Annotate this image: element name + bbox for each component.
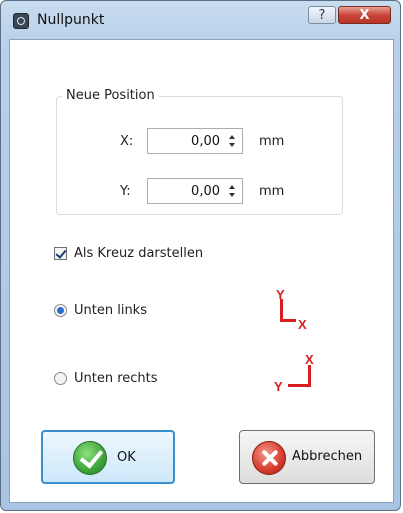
chevron-up-icon[interactable] [229,135,235,139]
radio-unten-rechts[interactable] [54,372,67,385]
axis-x-label: X [298,317,307,332]
new-position-group: Neue Position X: mm Y: mm [56,88,343,215]
ok-button[interactable]: OK [41,430,175,484]
cancel-x-icon [252,441,286,475]
dialog-content: Neue Position X: mm Y: mm Als Kre [9,39,394,503]
chevron-up-icon[interactable] [229,185,235,189]
y-unit: mm [259,184,285,199]
x-spin-arrows[interactable] [226,131,240,151]
app-icon [13,13,29,29]
check-icon [73,441,107,475]
cancel-button-label: Abbrechen [292,449,363,464]
chevron-down-icon[interactable] [229,193,235,197]
x-unit: mm [259,134,285,149]
y-arrow-icon [280,299,283,321]
y-spin-arrows[interactable] [226,181,240,201]
help-button[interactable]: ? [308,6,336,24]
y-label: Y: [120,184,131,199]
dialog-window: Nullpunkt ? X Neue Position X: mm Y: [0,0,401,511]
x-label: X: [120,134,134,149]
group-legend: Neue Position [62,88,159,103]
y-spinbox[interactable] [147,178,243,204]
radio-unten-links[interactable] [54,304,67,317]
cross-checkbox-label[interactable]: Als Kreuz darstellen [74,246,203,261]
chevron-down-icon[interactable] [229,143,235,147]
x-spinbox[interactable] [147,128,243,154]
window-title: Nullpunkt [37,12,105,28]
cross-checkbox[interactable] [54,247,67,260]
ok-button-label: OK [117,450,136,465]
close-button[interactable]: X [338,6,391,24]
x-arrow-icon [288,384,310,387]
axis-y-label: Y [274,379,283,394]
x-input[interactable] [148,129,220,153]
radio-unten-rechts-label[interactable]: Unten rechts [74,371,158,386]
x-arrow-icon [280,319,296,322]
cancel-button[interactable]: Abbrechen [239,430,375,484]
title-bar[interactable]: Nullpunkt ? X [1,1,400,39]
y-input[interactable] [148,179,220,203]
radio-unten-links-label[interactable]: Unten links [74,303,147,318]
